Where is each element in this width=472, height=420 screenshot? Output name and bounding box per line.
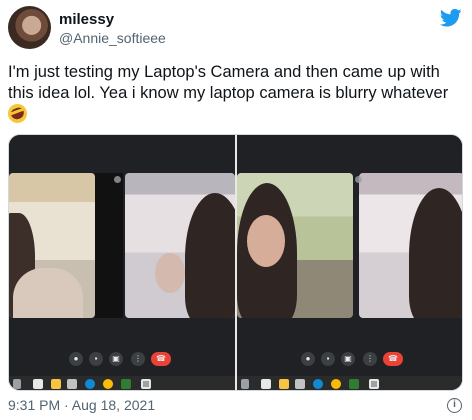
taskbar	[237, 376, 462, 390]
pin-icon	[114, 176, 121, 183]
twitter-bird-icon[interactable]	[440, 8, 462, 28]
pin-icon	[355, 176, 362, 183]
excel-icon[interactable]	[349, 379, 359, 389]
laughing-emoji-icon	[5, 101, 30, 126]
folder-icon[interactable]	[279, 379, 289, 389]
meet-controls: ● ▪ ▣ ⋮ ☎	[237, 352, 462, 368]
folder-icon[interactable]	[51, 379, 61, 389]
end-call-icon[interactable]: ☎	[151, 352, 171, 366]
participant-video-tile	[9, 173, 95, 318]
edge-icon[interactable]	[85, 379, 95, 389]
mic-icon[interactable]: ●	[69, 352, 83, 366]
tweet-text-line-2: this idea lol. Yea i know my laptop came…	[8, 84, 449, 102]
store-icon[interactable]	[261, 379, 271, 389]
tweet-timestamp[interactable]: 9:31 PM · Aug 18, 2021	[8, 397, 155, 413]
mail-icon[interactable]	[67, 379, 77, 389]
task-view-icon[interactable]	[13, 379, 21, 389]
chrome-active-icon[interactable]	[369, 379, 379, 389]
end-call-icon[interactable]: ☎	[383, 352, 403, 366]
avatar[interactable]	[8, 6, 51, 49]
tweet-media[interactable]: ● ▪ ▣ ⋮ ☎ ● ▪ ▣ ⋮ ☎	[8, 134, 463, 391]
tweet-card: milessy @Annie_softieee I'm just testing…	[0, 0, 472, 420]
more-options-icon[interactable]: ⋮	[131, 352, 145, 366]
meet-controls: ● ▪ ▣ ⋮ ☎	[9, 352, 235, 368]
mail-icon[interactable]	[295, 379, 305, 389]
task-view-icon[interactable]	[241, 379, 249, 389]
chrome-icon[interactable]	[331, 379, 341, 389]
camera-icon[interactable]: ▪	[321, 352, 335, 366]
mic-icon[interactable]: ●	[301, 352, 315, 366]
participant-video-tile	[237, 173, 353, 318]
meet-screenshot-left: ● ▪ ▣ ⋮ ☎	[9, 135, 235, 390]
author-handle[interactable]: @Annie_softieee	[59, 30, 166, 46]
chrome-icon[interactable]	[103, 379, 113, 389]
present-icon[interactable]: ▣	[109, 352, 123, 366]
tweet-header: milessy @Annie_softieee	[8, 6, 464, 50]
participant-video-tile	[359, 173, 462, 318]
chrome-active-icon[interactable]	[141, 379, 151, 389]
more-options-icon[interactable]: ⋮	[363, 352, 377, 366]
author-name[interactable]: milessy	[59, 11, 114, 28]
tweet-text: I'm just testing my Laptop's Camera and …	[5, 62, 466, 126]
taskbar	[9, 376, 235, 390]
participant-video-tile	[125, 173, 235, 318]
meet-screenshot-right: ● ▪ ▣ ⋮ ☎	[237, 135, 462, 390]
tweet-text-line-1: I'm just testing my Laptop's Camera and …	[8, 63, 440, 81]
edge-icon[interactable]	[313, 379, 323, 389]
info-icon[interactable]: i	[447, 398, 462, 413]
camera-icon[interactable]: ▪	[89, 352, 103, 366]
store-icon[interactable]	[33, 379, 43, 389]
excel-icon[interactable]	[121, 379, 131, 389]
present-icon[interactable]: ▣	[341, 352, 355, 366]
